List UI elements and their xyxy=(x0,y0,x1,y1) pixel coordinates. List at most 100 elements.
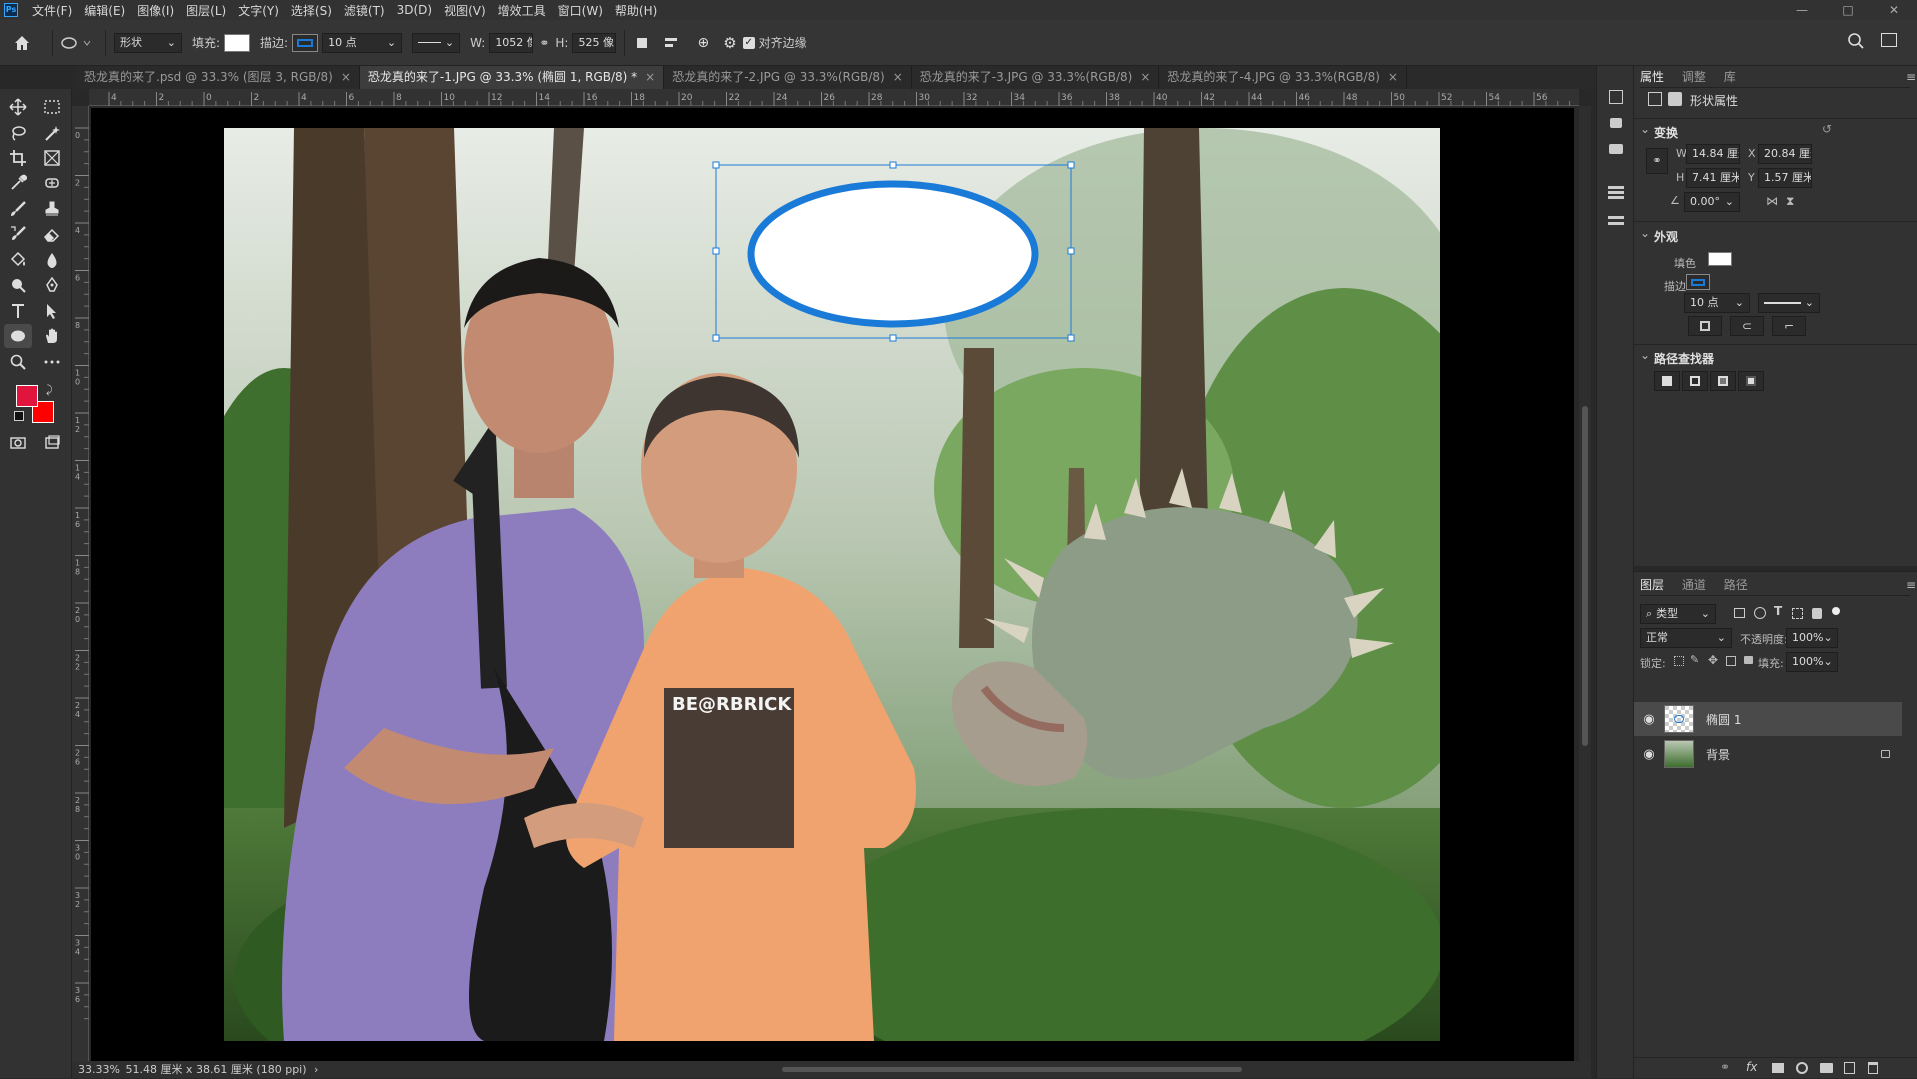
stroke-corners-button[interactable]: ⌐ xyxy=(1772,316,1806,336)
marquee-tool[interactable] xyxy=(38,95,66,119)
stroke-align-button[interactable] xyxy=(1688,316,1722,336)
path-selection-tool[interactable] xyxy=(38,299,66,323)
layer-filter-select[interactable]: ⌕ 类型 ⌄ xyxy=(1640,604,1716,624)
close-icon[interactable]: × xyxy=(1140,66,1150,89)
foreground-color-swatch[interactable] xyxy=(16,385,38,407)
appearance-stroke-swatch[interactable] xyxy=(1686,274,1710,290)
lock-all-icon[interactable] xyxy=(1744,656,1753,664)
menu-help[interactable]: 帮助(H) xyxy=(615,2,657,19)
opacity-field[interactable]: 100% ⌄ xyxy=(1786,628,1838,648)
reset-icon[interactable]: ↺ xyxy=(1822,122,1832,136)
close-icon[interactable]: × xyxy=(341,66,351,89)
stroke-type-select[interactable]: ⌄ xyxy=(412,32,461,53)
link-dimensions-icon[interactable]: ⚭ xyxy=(1646,148,1668,174)
delete-icon[interactable] xyxy=(1868,1062,1878,1074)
more-tools-icon[interactable] xyxy=(38,350,66,374)
actions-icon[interactable] xyxy=(1610,118,1622,128)
lock-position-icon[interactable]: ✥ xyxy=(1708,653,1718,667)
lock-transparent-icon[interactable] xyxy=(1674,656,1684,666)
menu-select[interactable]: 选择(S) xyxy=(291,2,332,19)
scrollbar-thumb[interactable] xyxy=(782,1067,1242,1072)
horizontal-scrollbar[interactable] xyxy=(312,1065,1582,1074)
height-field[interactable]: 525 像 xyxy=(572,32,617,53)
tab-document-1[interactable]: 恐龙真的来了-1.JPG @ 33.3% (椭圆 1, RGB/8) * × xyxy=(359,66,665,89)
lock-pixels-icon[interactable]: ✎ xyxy=(1690,653,1699,666)
tab-document-4[interactable]: 恐龙真的来了-4.JPG @ 33.3%(RGB/8) × xyxy=(1159,66,1407,89)
layer-row-background[interactable]: ◉ 背景 xyxy=(1634,737,1902,771)
tab-libraries[interactable]: 库 xyxy=(1724,66,1736,88)
transform-y-field[interactable]: 1.57 厘米 xyxy=(1758,168,1812,188)
menu-file[interactable]: 文件(F) xyxy=(32,2,72,19)
chevron-down-icon[interactable]: ⌄ xyxy=(1640,226,1650,240)
brush-tool[interactable] xyxy=(4,197,32,221)
fill-swatch[interactable] xyxy=(224,33,251,52)
stroke-caps-button[interactable]: ⊂ xyxy=(1730,316,1764,336)
menu-3d[interactable]: 3D(D) xyxy=(397,3,432,17)
blend-mode-select[interactable]: 正常 ⌄ xyxy=(1640,628,1732,648)
flip-horizontal-icon[interactable]: ⋈ xyxy=(1766,194,1778,208)
stroke-width-field[interactable]: 10 点 ⌄ xyxy=(322,32,403,53)
blur-tool[interactable] xyxy=(38,248,66,272)
crop-tool[interactable] xyxy=(4,146,32,170)
filter-shape-icon[interactable] xyxy=(1792,608,1803,619)
default-colors-icon[interactable] xyxy=(14,411,24,421)
clone-stamp-tool[interactable] xyxy=(38,197,66,221)
path-arrangement-icon[interactable]: ⊕ xyxy=(697,35,709,51)
lock-icon[interactable] xyxy=(1881,750,1890,758)
quick-mask-icon[interactable] xyxy=(4,431,32,455)
ellipse-shape[interactable] xyxy=(747,180,1039,328)
magic-wand-tool[interactable] xyxy=(38,121,66,145)
dodge-tool[interactable] xyxy=(4,273,32,297)
close-window-button[interactable]: ✕ xyxy=(1871,0,1917,20)
chevron-down-icon[interactable]: ⌄ xyxy=(1640,122,1650,136)
screen-mode-icon[interactable] xyxy=(38,431,66,455)
menu-window[interactable]: 窗口(W) xyxy=(558,2,603,19)
tab-properties[interactable]: 属性 xyxy=(1640,66,1664,88)
pathfinder-unite-button[interactable] xyxy=(1654,371,1680,391)
add-mask-icon[interactable] xyxy=(1772,1063,1784,1073)
zoom-level[interactable]: 33.33% xyxy=(78,1063,120,1076)
pathfinder-intersect-button[interactable] xyxy=(1710,371,1736,391)
menu-edit[interactable]: 编辑(E) xyxy=(84,2,125,19)
workspace-icon[interactable] xyxy=(1881,33,1897,47)
eyedropper-tool[interactable] xyxy=(4,171,32,195)
history-brush-tool[interactable] xyxy=(4,222,32,246)
menu-view[interactable]: 视图(V) xyxy=(444,2,486,19)
link-icon[interactable]: ⚭ xyxy=(539,36,549,50)
swap-colors-icon[interactable]: ⤸ xyxy=(46,383,53,397)
layer-style-icon[interactable]: fx xyxy=(1746,1060,1757,1074)
mask-icon[interactable] xyxy=(1668,92,1682,106)
hand-tool[interactable] xyxy=(38,324,66,348)
width-field[interactable]: 1052 像 xyxy=(489,32,534,53)
close-icon[interactable]: × xyxy=(645,66,655,89)
search-icon[interactable] xyxy=(1847,32,1865,53)
filter-adjustment-icon[interactable] xyxy=(1754,607,1766,619)
paint-bucket-tool[interactable] xyxy=(4,248,32,272)
align-edges-checkbox[interactable]: ✓ xyxy=(742,36,755,49)
layer-name[interactable]: 背景 xyxy=(1706,746,1730,763)
menu-layer[interactable]: 图层(L) xyxy=(186,2,226,19)
filter-type-icon[interactable]: T xyxy=(1774,604,1782,618)
path-operations-icon[interactable] xyxy=(633,34,651,52)
transform-width-field[interactable]: 14.84 厘米 xyxy=(1686,144,1740,164)
tool-mode-select[interactable]: 形状 ⌄ xyxy=(114,32,182,53)
horizontal-ruler[interactable]: 4 2 0 2 4 6 8 10 12 14 16 18 20 22 24 26 28 30 32 34 36 38 40 4… xyxy=(89,89,1579,106)
pathfinder-exclude-button[interactable] xyxy=(1738,371,1764,391)
document-size[interactable]: 51.48 厘米 x 38.61 厘米 (180 ppi) xyxy=(125,1063,306,1076)
transform-height-field[interactable]: 7.41 厘米 xyxy=(1686,168,1740,188)
layer-row-ellipse[interactable]: ◉ 椭圆 1 xyxy=(1634,702,1902,736)
maximize-button[interactable]: □ xyxy=(1825,0,1871,20)
appearance-stroke-type-select[interactable]: ⌄ xyxy=(1758,293,1820,313)
filter-pixel-icon[interactable] xyxy=(1734,608,1745,618)
panel-menu-icon[interactable]: ≡ xyxy=(1906,66,1916,88)
tab-channels[interactable]: 通道 xyxy=(1682,574,1706,596)
menu-filter[interactable]: 滤镜(T) xyxy=(344,2,385,19)
filter-smart-object-icon[interactable] xyxy=(1812,608,1822,619)
gear-icon[interactable]: ⚙ xyxy=(723,34,736,52)
panel-menu-icon[interactable]: ≡ xyxy=(1906,574,1916,596)
close-icon[interactable]: × xyxy=(1388,66,1398,89)
path-alignment-icon[interactable] xyxy=(665,34,683,52)
ellipse-tool-preset-icon[interactable] xyxy=(61,36,91,50)
photo-image[interactable]: BE@RBRICK xyxy=(224,128,1440,1041)
eye-icon[interactable]: ◉ xyxy=(1634,747,1664,762)
